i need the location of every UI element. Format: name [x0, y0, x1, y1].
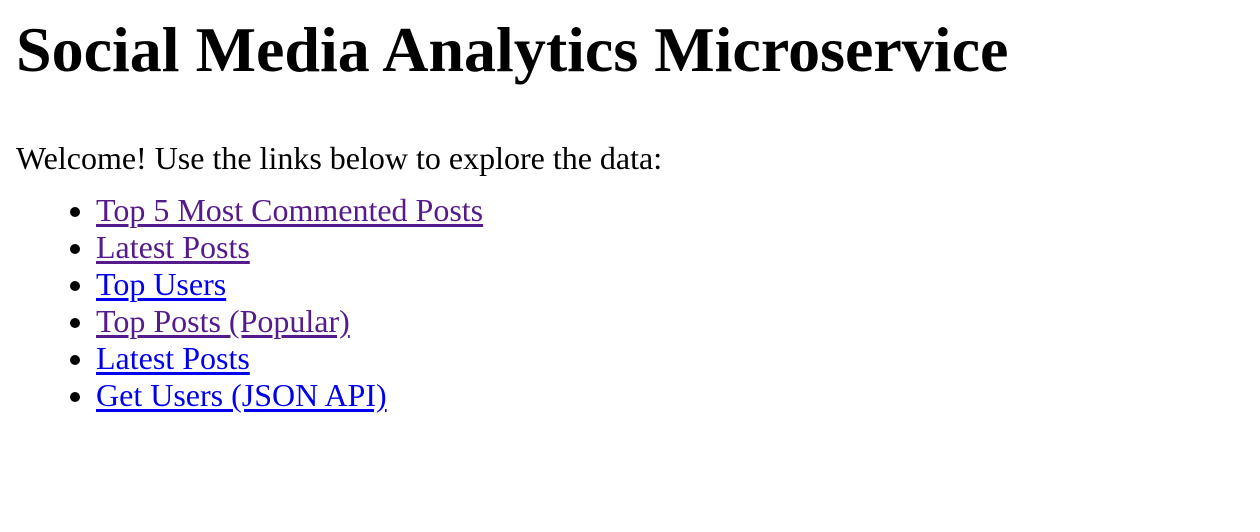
links-list: Top 5 Most Commented Posts Latest Posts … [16, 192, 1260, 414]
page: Social Media Analytics Microservice Welc… [0, 0, 1260, 414]
list-item: Top Posts (Popular) [96, 303, 1260, 340]
link-top-users[interactable]: Top Users [96, 266, 226, 302]
link-top-posts-popular[interactable]: Top Posts (Popular) [96, 303, 350, 339]
list-item: Top 5 Most Commented Posts [96, 192, 1260, 229]
link-get-users-json-api[interactable]: Get Users (JSON API) [96, 377, 387, 413]
link-latest-posts-2[interactable]: Latest Posts [96, 340, 250, 376]
page-title: Social Media Analytics Microservice [16, 14, 1009, 85]
list-item: Latest Posts [96, 229, 1260, 266]
list-item: Top Users [96, 266, 1260, 303]
intro-text: Welcome! Use the links below to explore … [16, 140, 663, 176]
list-item: Get Users (JSON API) [96, 377, 1260, 414]
list-item: Latest Posts [96, 340, 1260, 377]
link-latest-posts[interactable]: Latest Posts [96, 229, 250, 265]
link-top-commented-posts[interactable]: Top 5 Most Commented Posts [96, 192, 483, 228]
